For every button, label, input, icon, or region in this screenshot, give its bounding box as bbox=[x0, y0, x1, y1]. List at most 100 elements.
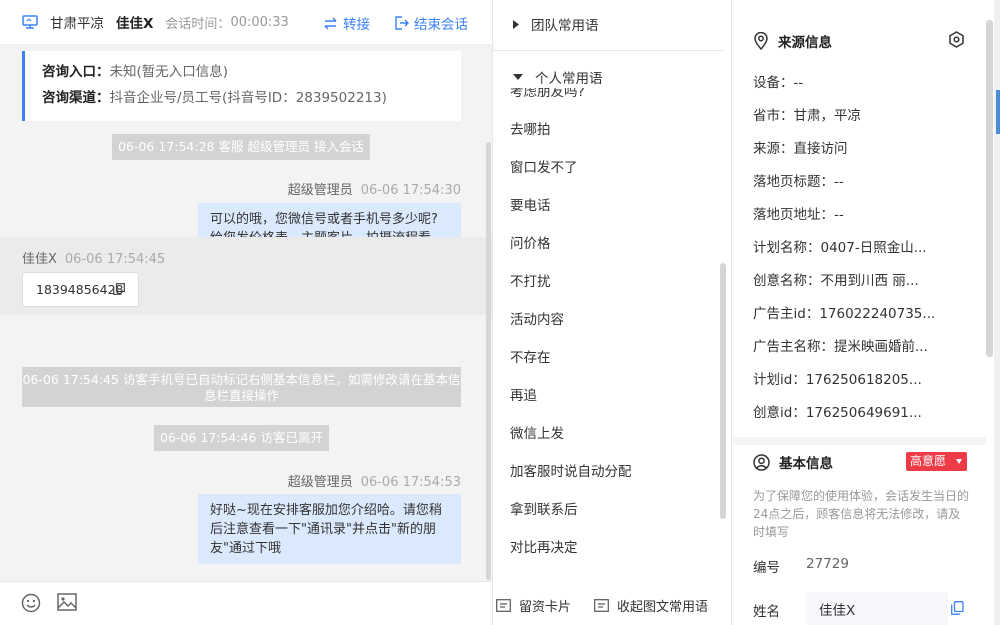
consult-channel-label: 咨询渠道： bbox=[42, 90, 110, 106]
team-phrases-label: 团队常用语 bbox=[531, 18, 599, 34]
visitor-info-panel: 来源信息 设备：-- 省市：甘肃，平凉 来源：直接访问 落地页标题：-- 落地页… bbox=[733, 0, 1000, 625]
copy-icon[interactable] bbox=[113, 283, 125, 295]
number-value: 27729 bbox=[806, 556, 849, 572]
triangle-down-icon bbox=[956, 459, 962, 464]
collapse-phrases-button[interactable]: 收起图文常用语 bbox=[594, 596, 708, 615]
copy-icon[interactable] bbox=[951, 601, 964, 615]
field-label: 计划名称： bbox=[753, 240, 821, 256]
emoji-icon[interactable] bbox=[21, 593, 41, 613]
field-label: 广告主名称： bbox=[753, 339, 834, 355]
field-label: 省市： bbox=[753, 108, 794, 124]
phrase-item[interactable]: 去哪拍 bbox=[510, 118, 551, 138]
phrase-item[interactable]: 活动内容 bbox=[510, 308, 564, 328]
phrase-item[interactable]: 对比再决定 bbox=[510, 536, 578, 556]
phrase-item[interactable]: 问价格 bbox=[510, 232, 551, 252]
card-icon bbox=[594, 599, 609, 612]
message-time: 06-06 17:54:45 bbox=[64, 252, 166, 267]
team-phrases-group[interactable]: 团队常用语 bbox=[493, 4, 731, 44]
number-label: 编号 bbox=[753, 560, 780, 576]
transfer-icon bbox=[324, 17, 337, 29]
phrase-item[interactable]: 不存在 bbox=[510, 346, 551, 366]
field-value: 甘肃，平凉 bbox=[793, 108, 862, 124]
field-value: 不用到川西 丽... bbox=[820, 273, 919, 289]
chat-scrollbar[interactable] bbox=[486, 142, 491, 580]
phrase-item[interactable]: 不打扰 bbox=[510, 270, 551, 290]
source-info-title: 来源信息 bbox=[778, 35, 832, 51]
phrase-item[interactable]: 拿到联系后 bbox=[510, 498, 578, 518]
landing-title-field: 落地页标题：-- bbox=[753, 170, 844, 190]
settings-icon[interactable] bbox=[948, 31, 965, 48]
agent-name: 超级管理员 bbox=[287, 475, 353, 490]
name-input[interactable] bbox=[806, 592, 948, 625]
lead-card-button[interactable]: 留资卡片 bbox=[496, 596, 571, 615]
consult-channel-row: 咨询渠道：抖音企业号/员工号(抖音号ID：2839502213) bbox=[42, 85, 461, 111]
creative-name-field: 创意名称：不用到川西 丽... bbox=[753, 269, 919, 289]
chat-panel: 甘肃平凉 佳佳X 会话时间： 00:00:33 转接 结束会话 咨询入口：未知(… bbox=[0, 0, 492, 625]
message-time: 06-06 17:54:53 bbox=[360, 475, 461, 490]
caret-right-icon bbox=[513, 19, 519, 29]
phrase-item[interactable]: 窗口发不了 bbox=[510, 156, 578, 176]
agent-name: 超级管理员 bbox=[287, 183, 353, 198]
field-label: 落地页标题： bbox=[753, 174, 834, 190]
advertiser-name-field: 广告主名称：提米映画婚前... bbox=[753, 335, 928, 355]
transfer-button[interactable]: 转接 bbox=[323, 13, 370, 33]
section-divider bbox=[733, 437, 986, 445]
chat-toolbar bbox=[0, 581, 492, 625]
name-label: 姓名 bbox=[753, 604, 780, 620]
phrase-scrollbar[interactable] bbox=[720, 263, 726, 519]
plan-name-field: 计划名称：0407-日照金山... bbox=[753, 236, 927, 256]
end-session-button[interactable]: 结束会话 bbox=[394, 13, 468, 33]
phrase-item[interactable]: 再追 bbox=[510, 384, 537, 404]
intent-level-badge[interactable]: 高意愿 bbox=[906, 452, 967, 471]
field-value: 0407-日照金山... bbox=[820, 240, 927, 256]
phrase-item[interactable]: 微信上发 bbox=[510, 422, 564, 442]
quick-phrases-panel: 团队常用语 个人常用语 考虑朋友吗? 去哪拍 窗口发不了 要电话 问价格 不打扰… bbox=[492, 0, 732, 625]
advertiser-id-field: 广告主id：176022240735... bbox=[753, 302, 935, 322]
agent-message-bubble: 好哒~现在安排客服加您介绍哈。请您稍后注意查看一下"通讯录"并点击"新的朋友"通… bbox=[198, 494, 461, 564]
image-icon[interactable] bbox=[57, 593, 77, 611]
field-value: 直接访问 bbox=[793, 141, 848, 157]
collapse-phrases-label: 收起图文常用语 bbox=[617, 600, 709, 615]
phrases-toolbar: 留资卡片 收起图文常用语 bbox=[493, 581, 731, 625]
info-scrollbar[interactable] bbox=[986, 20, 993, 357]
user-circle-icon bbox=[753, 453, 770, 471]
field-value: 176022240735... bbox=[819, 306, 936, 322]
end-session-label: 结束会话 bbox=[414, 17, 468, 33]
session-time: 00:00:33 bbox=[230, 14, 289, 30]
source-info-header: 来源信息 bbox=[753, 31, 832, 51]
chat-header: 甘肃平凉 佳佳X 会话时间： 00:00:33 转接 结束会话 bbox=[0, 0, 492, 45]
intent-level-label: 高意愿 bbox=[910, 454, 947, 468]
field-label: 创意id： bbox=[753, 405, 806, 421]
source-field: 来源：直接访问 bbox=[753, 137, 848, 157]
plan-id-field: 计划id：176250618205... bbox=[753, 368, 922, 388]
edit-deadline-note: 为了保障您的使用体验，会话发生当日的24点之后，顾客信息将无法修改，请及时填写 bbox=[753, 489, 970, 539]
visitor-sender-name: 佳佳X bbox=[22, 252, 57, 267]
personal-phrases-label: 个人常用语 bbox=[535, 71, 603, 87]
lead-card-label: 留资卡片 bbox=[519, 600, 572, 615]
field-value: 提米映画婚前... bbox=[834, 339, 928, 355]
phrase-list[interactable]: 考虑朋友吗? 去哪拍 窗口发不了 要电话 问价格 不打扰 活动内容 不存在 再追… bbox=[493, 88, 725, 568]
visitor-name: 佳佳X bbox=[116, 16, 154, 32]
consult-entry-row: 咨询入口：未知(暂无入口信息) bbox=[42, 59, 461, 85]
system-message: 06-06 17:54:28 客服 超级管理员 接入会话 bbox=[112, 134, 370, 160]
consult-channel-value: 抖音企业号/员工号(抖音号ID：2839502213) bbox=[109, 90, 387, 106]
session-time-label: 会话时间： bbox=[165, 16, 231, 32]
field-label: 广告主id： bbox=[753, 306, 820, 322]
consult-info-card: 咨询入口：未知(暂无入口信息) 咨询渠道：抖音企业号/员工号(抖音号ID：283… bbox=[22, 51, 461, 121]
divider bbox=[493, 50, 725, 51]
field-label: 创意名称： bbox=[753, 273, 821, 289]
field-label: 来源： bbox=[753, 141, 794, 157]
system-message: 06-06 17:54:45 访客手机号已自动标记右侧基本信息栏，如需修改请在基… bbox=[22, 367, 461, 407]
field-value: 176250649691... bbox=[805, 405, 922, 421]
field-value: 176250618205... bbox=[805, 372, 922, 388]
visitor-phone-text: 18394856428 bbox=[36, 282, 124, 297]
phrase-item[interactable]: 加客服时说自动分配 bbox=[510, 460, 632, 480]
creative-id-field: 创意id：176250649691... bbox=[753, 401, 922, 421]
field-value: -- bbox=[834, 207, 844, 223]
visitor-location: 甘肃平凉 bbox=[50, 16, 104, 32]
field-value: -- bbox=[793, 75, 804, 91]
basic-info-title: 基本信息 bbox=[779, 456, 833, 472]
phrase-item[interactable]: 考虑朋友吗? bbox=[510, 88, 585, 100]
consult-entry-value: 未知(暂无入口信息) bbox=[109, 64, 229, 80]
phrase-item[interactable]: 要电话 bbox=[510, 194, 551, 214]
